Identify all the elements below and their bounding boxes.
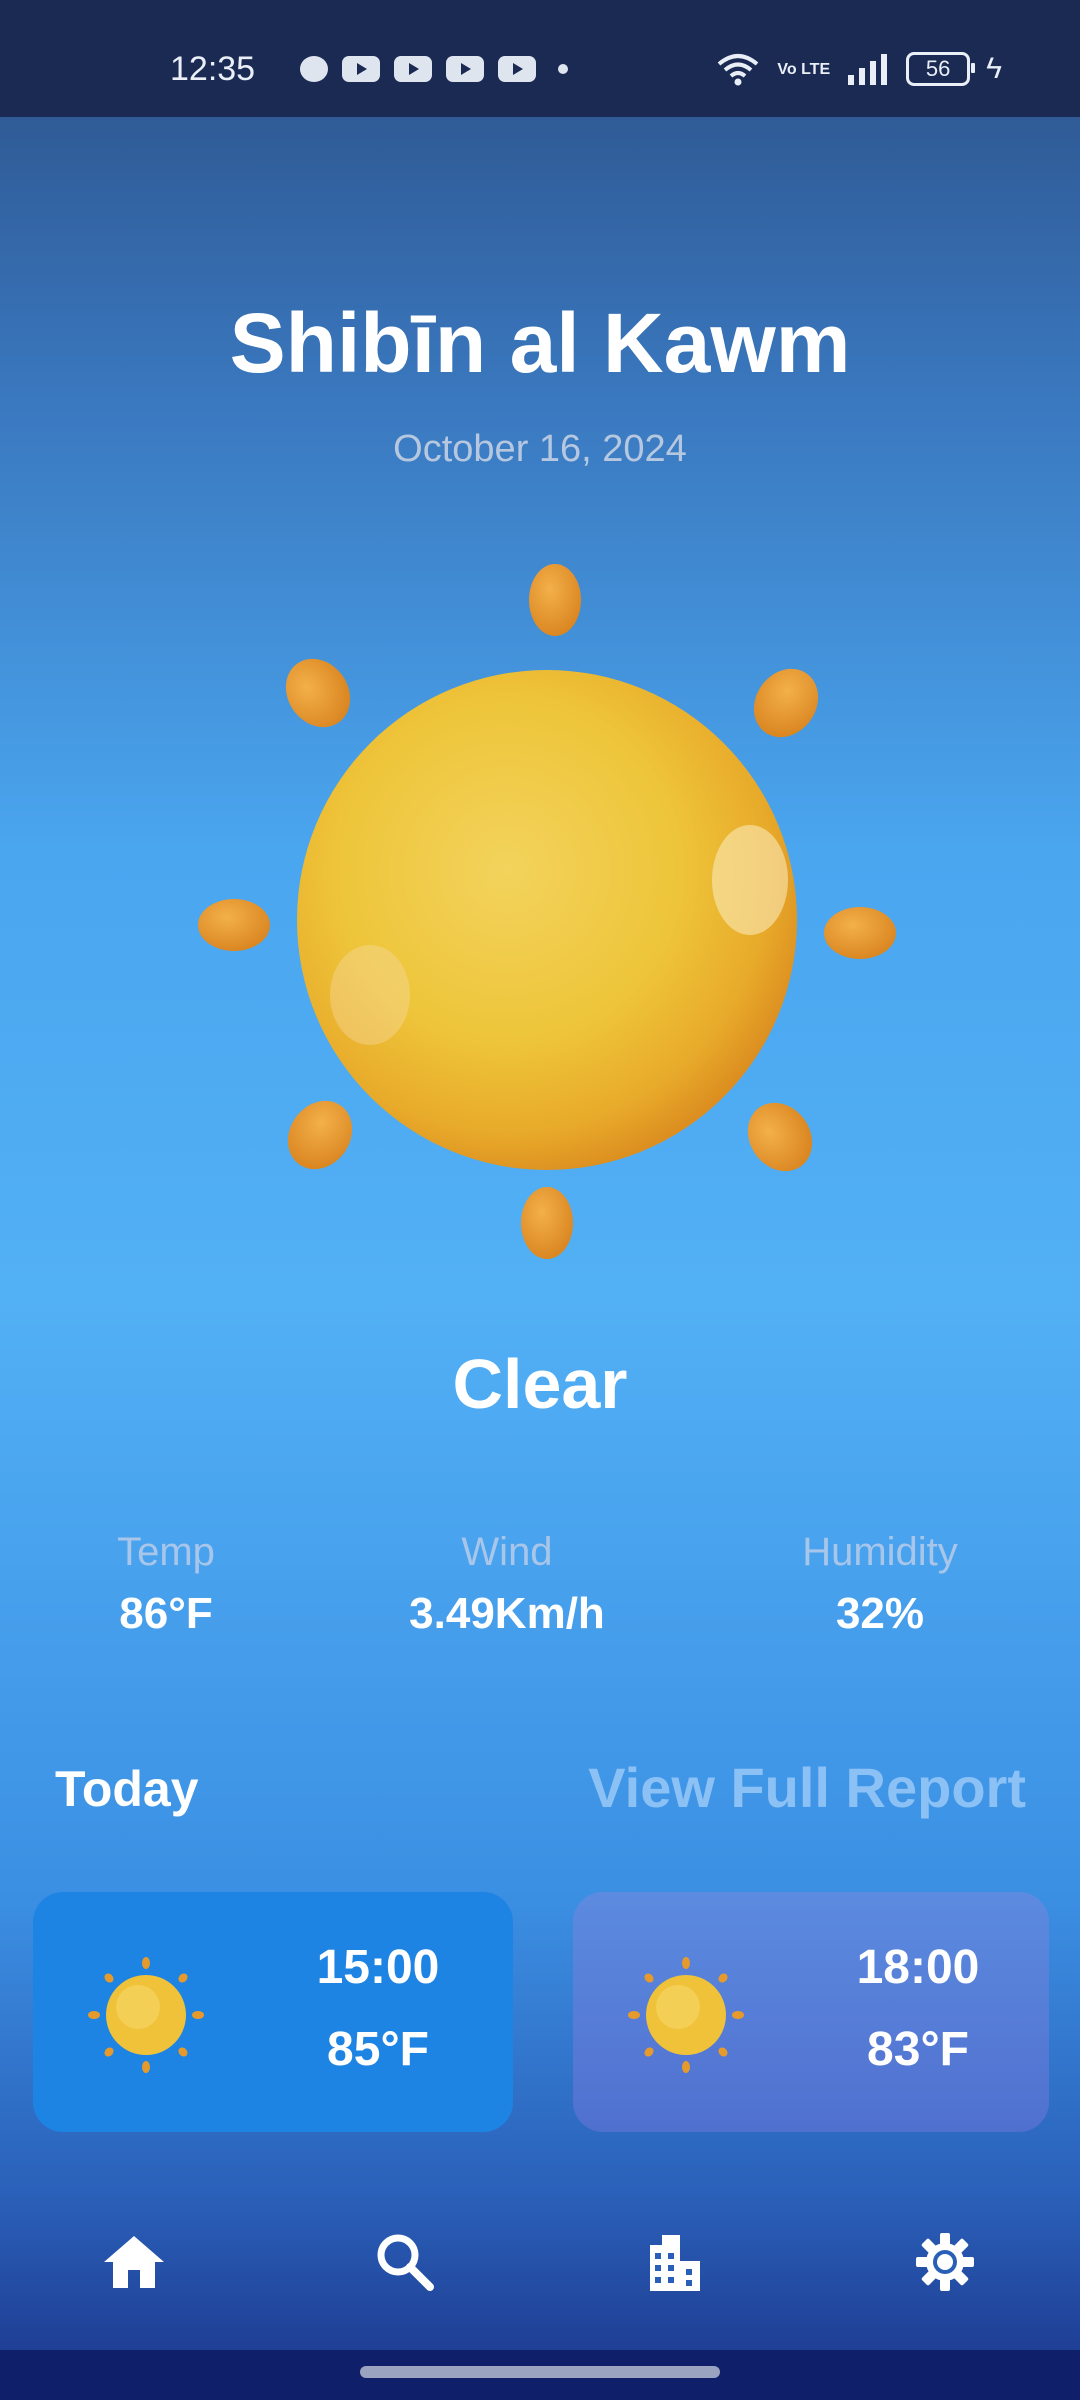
wind-value: 3.49Km/h (409, 1589, 605, 1638)
nav-search[interactable] (355, 2212, 455, 2312)
youtube-notification-icon (446, 56, 484, 82)
nav-home[interactable] (84, 2212, 184, 2312)
view-full-report-link[interactable]: View Full Report (588, 1755, 1026, 1820)
charging-icon: ϟ (986, 52, 1002, 85)
city-name: Shibīn al Kawm (229, 296, 851, 390)
nav-settings[interactable] (895, 2212, 995, 2312)
humidity-value: 32% (835, 1589, 925, 1638)
notification-icons (300, 56, 568, 82)
humidity-label: Humidity (802, 1530, 958, 1574)
search-icon (377, 2234, 434, 2291)
battery-icon: 56 (906, 52, 976, 86)
temp-stat: Temp 86°F (16, 1530, 316, 1639)
hourly-card[interactable]: 15:00 85°F (33, 1892, 513, 2132)
sun-icon (628, 1957, 744, 2073)
more-notifications-icon (558, 64, 568, 74)
youtube-notification-icon (394, 56, 432, 82)
current-date: October 16, 2024 (393, 428, 687, 470)
youtube-notification-icon (498, 56, 536, 82)
youtube-notification-icon (342, 56, 380, 82)
weather-screen: 12:35 Vo LTE 56 ϟ Shibīn al Kawm October… (0, 0, 1080, 2400)
temp-value: 86°F (119, 1589, 213, 1638)
temp-label: Temp (117, 1530, 215, 1574)
today-heading: Today (55, 1761, 199, 1817)
home-gesture-bar[interactable] (360, 2366, 720, 2378)
wind-stat: Wind 3.49Km/h (357, 1530, 657, 1639)
city-icon (650, 2235, 700, 2291)
hourly-card[interactable]: 18:00 83°F (573, 1892, 1049, 2132)
gear-icon (916, 2233, 974, 2291)
sun-icon (88, 1957, 204, 2073)
hourly-temp: 83°F (867, 2023, 969, 2076)
signal-icon (848, 54, 888, 85)
weather-condition: Clear (452, 1345, 628, 1423)
humidity-stat: Humidity 32% (730, 1530, 1030, 1639)
hourly-time: 15:00 (316, 1941, 440, 1994)
sun-icon (190, 555, 900, 1265)
status-time: 12:35 (170, 50, 256, 88)
nav-cities[interactable] (624, 2212, 724, 2312)
wifi-icon (718, 54, 759, 86)
home-icon (104, 2236, 164, 2288)
status-icons: Vo LTE 56 ϟ (715, 52, 1002, 86)
chat-notification-icon (300, 56, 328, 82)
wind-label: Wind (461, 1530, 553, 1574)
bottom-navigation (0, 2180, 1080, 2350)
status-bar: 12:35 Vo LTE 56 ϟ (0, 0, 1080, 117)
volte-icon: Vo LTE (777, 60, 831, 78)
hourly-time: 18:00 (856, 1941, 980, 1994)
hourly-temp: 85°F (327, 2023, 429, 2076)
